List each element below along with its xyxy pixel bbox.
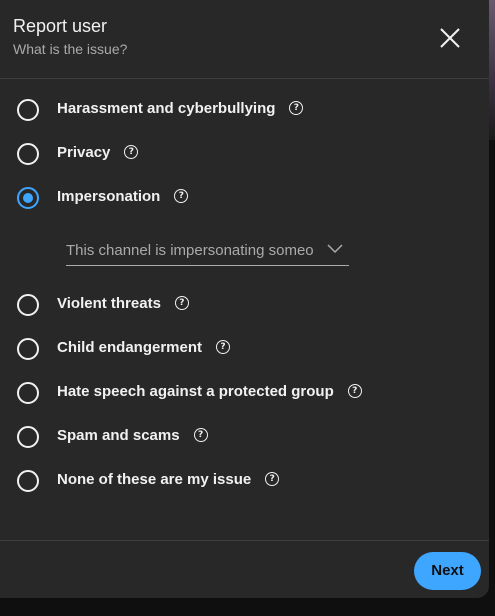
option-label: Violent threats (57, 295, 161, 312)
radio-button[interactable] (17, 338, 39, 360)
option-spam-and-scams[interactable]: Spam and scams? (0, 419, 470, 455)
radio-button[interactable] (17, 99, 39, 121)
close-icon (440, 28, 460, 48)
radio-button[interactable] (17, 382, 39, 404)
option-hate-speech[interactable]: Hate speech against a protected group? (0, 375, 470, 411)
next-button[interactable]: Next (414, 552, 481, 590)
option-harassment[interactable]: Harassment and cyberbullying? (0, 92, 470, 128)
help-circle-icon[interactable]: ? (174, 189, 189, 204)
radio-button[interactable] (17, 294, 39, 316)
help-circle-icon[interactable]: ? (347, 384, 362, 399)
dialog-subtitle: What is the issue? (13, 41, 128, 57)
radio-button-selected[interactable] (17, 187, 39, 209)
help-circle-icon[interactable]: ? (289, 101, 304, 116)
option-label: Impersonation (57, 188, 161, 205)
option-none-of-these[interactable]: None of these are my issue? (0, 463, 470, 499)
radio-button[interactable] (17, 426, 39, 448)
radio-button[interactable] (17, 143, 39, 165)
dialog-footer: Next (0, 540, 489, 598)
option-label: Spam and scams (57, 427, 180, 444)
option-impersonation[interactable]: Impersonation? (0, 180, 470, 216)
option-label: Child endangerment (57, 339, 203, 356)
impersonation-reason-dropdown[interactable]: This channel is impersonating someo (66, 236, 349, 266)
help-circle-icon[interactable]: ? (124, 145, 139, 160)
close-button[interactable] (432, 20, 468, 56)
option-label: Hate speech against a protected group (57, 383, 334, 400)
dialog-header: Report user What is the issue? (0, 0, 489, 79)
help-circle-icon[interactable]: ? (174, 296, 189, 311)
option-label: Harassment and cyberbullying (57, 100, 276, 117)
help-circle-icon[interactable]: ? (216, 340, 231, 355)
option-violent-threats[interactable]: Violent threats? (0, 287, 470, 323)
radio-button[interactable] (17, 470, 39, 492)
dialog-title: Report user (13, 16, 108, 36)
chevron-down-icon (327, 244, 343, 254)
option-label: Privacy (57, 144, 111, 161)
help-circle-icon[interactable]: ? (265, 472, 280, 487)
dropdown-value: This channel is impersonating someo (66, 242, 314, 259)
report-user-dialog: Report user What is the issue? Harassmen… (0, 0, 489, 598)
help-circle-icon[interactable]: ? (193, 428, 208, 443)
option-privacy[interactable]: Privacy? (0, 136, 470, 172)
option-child-endangerment[interactable]: Child endangerment? (0, 331, 470, 367)
option-label: None of these are my issue (57, 471, 252, 488)
